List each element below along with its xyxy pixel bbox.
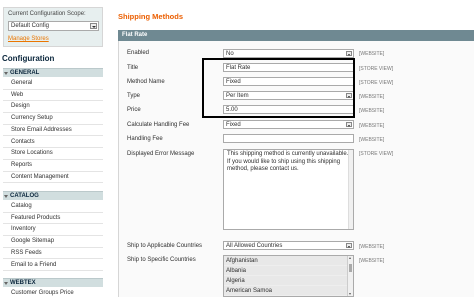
section-header-flat-rate[interactable]: Flat Rate bbox=[118, 30, 474, 41]
ship-specific-multiselect[interactable]: Afghanistan Albania Algeria American Sam… bbox=[223, 255, 354, 297]
scope-tag: [WEBSITE] bbox=[359, 258, 385, 264]
calculate-handling-fee-select[interactable]: Fixed bbox=[223, 120, 354, 129]
scope-tag: [WEBSITE] bbox=[359, 94, 385, 100]
country-option[interactable]: Albania bbox=[224, 266, 353, 276]
scope-select-value: Default Config bbox=[11, 23, 50, 29]
enabled-value: No bbox=[226, 51, 234, 57]
scope-tag: [STORE VIEW] bbox=[359, 80, 394, 86]
highlight-box bbox=[202, 58, 355, 118]
method-name-label: Method Name bbox=[127, 79, 165, 85]
manage-stores-link[interactable]: Manage Stores bbox=[8, 36, 49, 42]
sidebar-item-currency-setup[interactable]: Currency Setup bbox=[3, 113, 103, 125]
chevron-down-icon bbox=[346, 51, 352, 56]
country-option[interactable]: Afghanistan bbox=[224, 256, 353, 266]
country-option[interactable]: American Samoa bbox=[224, 286, 353, 296]
page-title: Shipping Methods bbox=[118, 12, 183, 21]
sidebar-item-rss-feeds[interactable]: RSS Feeds bbox=[3, 247, 103, 260]
group-label: GENERAL bbox=[10, 70, 40, 76]
ship-applicable-label: Ship to Applicable Countries bbox=[127, 243, 203, 249]
sidebar-item-email-to-a-friend[interactable]: Email to a Friend bbox=[3, 259, 103, 272]
ship-applicable-value: All Allowed Countries bbox=[226, 243, 283, 249]
chevron-down-icon bbox=[346, 243, 352, 248]
error-message-textarea[interactable]: This shipping method is currently unavai… bbox=[223, 149, 354, 230]
scope-switcher: Current Configuration Scope: Default Con… bbox=[3, 7, 103, 47]
type-label: Type bbox=[127, 93, 141, 99]
sidebar-item-reports[interactable]: Reports bbox=[3, 159, 103, 172]
sidebar-item-content-management[interactable]: Content Management bbox=[3, 171, 103, 184]
scope-tag: [WEBSITE] bbox=[359, 51, 385, 57]
sidebar-item-customer-groups-price[interactable]: Customer Groups Price bbox=[3, 288, 103, 297]
calculate-handling-fee-label: Calculate Handling Fee bbox=[127, 122, 190, 128]
chevron-down-icon bbox=[346, 122, 352, 127]
sidebar-item-store-email-addresses[interactable]: Store Email Addresses bbox=[3, 124, 103, 137]
multiselect-scrollbar[interactable] bbox=[347, 256, 353, 296]
scope-tag: [WEBSITE] bbox=[359, 244, 385, 250]
scrollbar-thumb[interactable] bbox=[349, 264, 352, 272]
calculate-handling-fee-value: Fixed bbox=[226, 122, 241, 128]
sidebar-item-design[interactable]: Design bbox=[3, 101, 103, 114]
collapse-arrow-icon bbox=[4, 282, 8, 285]
enabled-select[interactable]: No bbox=[223, 49, 354, 58]
scope-tag: [WEBSITE] bbox=[359, 123, 385, 129]
group-label: WEBTEX bbox=[10, 280, 36, 286]
collapse-arrow-icon bbox=[4, 195, 8, 198]
sidebar: Current Configuration Scope: Default Con… bbox=[0, 0, 105, 297]
scope-select[interactable]: Default Config bbox=[8, 21, 99, 31]
sidebar-item-contacts[interactable]: Contacts bbox=[3, 136, 103, 149]
group-catalog[interactable]: CATALOG bbox=[3, 191, 103, 200]
sidebar-item-featured-products[interactable]: Featured Products bbox=[3, 212, 103, 225]
chevron-down-icon bbox=[90, 23, 97, 29]
scope-tag: [WEBSITE] bbox=[359, 137, 385, 143]
handling-fee-input[interactable] bbox=[223, 134, 354, 143]
collapse-arrow-icon bbox=[4, 72, 8, 75]
sidebar-item-catalog[interactable]: Catalog bbox=[3, 201, 103, 213]
textarea-scrollbar[interactable] bbox=[348, 150, 353, 229]
sidebar-item-web[interactable]: Web bbox=[3, 89, 103, 102]
ship-specific-label: Ship to Specific Countries bbox=[127, 257, 196, 263]
group-webtex[interactable]: WEBTEX bbox=[3, 278, 103, 287]
scope-tag: [STORE VIEW] bbox=[359, 66, 394, 72]
configuration-title: Configuration bbox=[2, 54, 55, 63]
scope-tag: [STORE VIEW] bbox=[359, 151, 394, 157]
scope-label: Current Configuration Scope: bbox=[8, 11, 86, 17]
error-message-label: Displayed Error Message bbox=[127, 151, 195, 157]
scope-tag: [WEBSITE] bbox=[359, 108, 385, 114]
error-message-value: This shipping method is currently unavai… bbox=[227, 151, 349, 172]
price-label: Price bbox=[127, 107, 141, 113]
group-label: CATALOG bbox=[10, 193, 39, 199]
group-general[interactable]: GENERAL bbox=[3, 68, 103, 77]
sidebar-item-google-sitemap[interactable]: Google Sitemap bbox=[3, 236, 103, 248]
sidebar-item-general[interactable]: General bbox=[3, 78, 103, 90]
scroll-up-arrow-icon bbox=[349, 257, 351, 259]
title-label: Title bbox=[127, 65, 139, 71]
enabled-label: Enabled bbox=[127, 50, 150, 56]
scroll-down-arrow-icon bbox=[349, 293, 351, 295]
ship-applicable-select[interactable]: All Allowed Countries bbox=[223, 241, 354, 250]
country-option[interactable]: Algeria bbox=[224, 276, 353, 286]
sidebar-item-inventory[interactable]: Inventory bbox=[3, 224, 103, 237]
handling-fee-label: Handling Fee bbox=[127, 136, 163, 142]
sidebar-item-store-locations[interactable]: Store Locations bbox=[3, 148, 103, 160]
